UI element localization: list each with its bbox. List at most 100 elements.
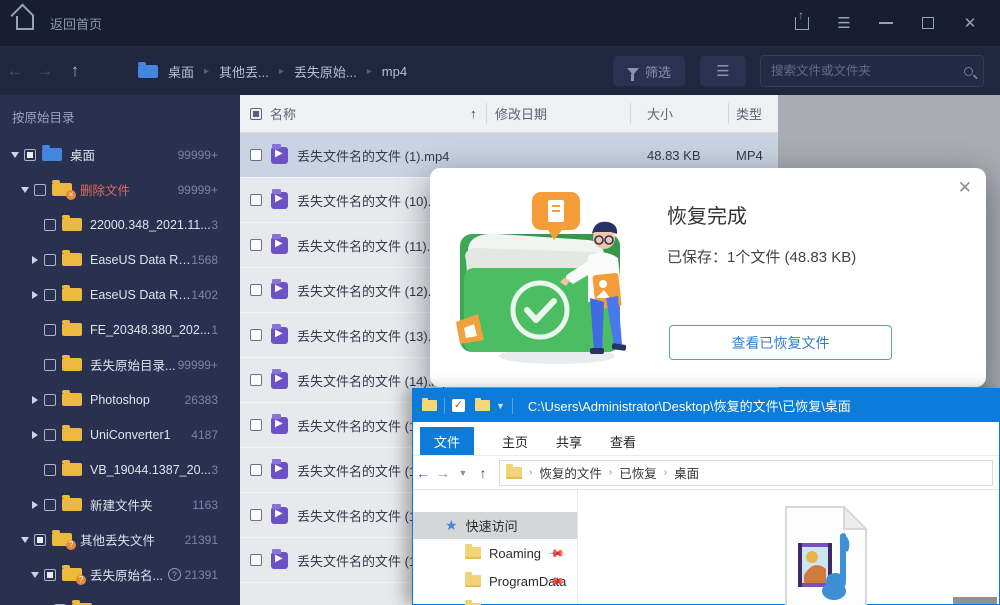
column-name[interactable]: 名称	[270, 104, 296, 123]
tree-item[interactable]: UniConverter1 4187	[0, 417, 240, 452]
dialog-close-icon[interactable]: ✕	[958, 178, 972, 198]
explorer-history-dropdown-icon[interactable]: ▼	[453, 468, 473, 478]
select-all-checkbox[interactable]	[250, 108, 262, 120]
chevron-down-icon[interactable]	[18, 537, 32, 543]
tree-item[interactable]: EaseUS Data Re... 1402	[0, 277, 240, 312]
export-icon[interactable]	[788, 10, 816, 36]
up-icon[interactable]: ↑	[60, 61, 90, 81]
breadcrumb-item[interactable]: 其他丢...	[219, 62, 269, 81]
row-checkbox[interactable]	[250, 149, 262, 161]
tree-item[interactable]: EaseUS Data Re... 1568	[0, 242, 240, 277]
tab-file[interactable]: 文件	[420, 427, 474, 455]
search-icon[interactable]	[964, 67, 973, 76]
back-icon[interactable]: ←	[0, 61, 30, 81]
tree-checkbox[interactable]	[44, 429, 56, 441]
chevron-right-icon[interactable]	[28, 396, 42, 404]
column-size[interactable]: 大小	[647, 104, 673, 123]
tree-checkbox[interactable]	[34, 534, 46, 546]
tab-share[interactable]: 共享	[542, 427, 596, 455]
explorer-up-icon[interactable]: ↑	[473, 465, 493, 481]
tree-count: 1402	[191, 288, 240, 302]
address-item[interactable]: 桌面	[674, 463, 699, 482]
new-folder-icon[interactable]	[475, 400, 490, 411]
quick-toolbar-dropdown-icon[interactable]: ▼	[496, 401, 505, 411]
tree-checkbox[interactable]	[44, 359, 56, 371]
explorer-content[interactable]	[578, 490, 999, 604]
tree-checkbox[interactable]	[24, 149, 36, 161]
back-home-label[interactable]: 返回首页	[50, 14, 102, 33]
tree-checkbox[interactable]	[44, 569, 56, 581]
row-checkbox[interactable]	[250, 374, 262, 386]
chevron-down-icon[interactable]	[28, 572, 42, 578]
tree-item-deleted[interactable]: × 删除文件 99999+	[0, 172, 240, 207]
tree-checkbox[interactable]	[34, 184, 46, 196]
row-checkbox[interactable]	[250, 554, 262, 566]
tree-checkbox[interactable]	[44, 394, 56, 406]
chevron-right-icon[interactable]	[28, 501, 42, 509]
tree-checkbox[interactable]	[44, 464, 56, 476]
chevron-down-icon[interactable]	[18, 187, 32, 193]
row-checkbox[interactable]	[250, 239, 262, 251]
address-item[interactable]: 已恢复	[619, 463, 657, 482]
tree-item[interactable]: 丢失原始目录... 99999+	[0, 347, 240, 382]
forward-icon[interactable]: →	[30, 61, 60, 81]
breadcrumb-item[interactable]: 丢失原始...	[294, 62, 357, 81]
tree-checkbox[interactable]	[44, 324, 56, 336]
tree-item[interactable]: Photoshop 26383	[0, 382, 240, 417]
sort-ascending-icon[interactable]: ↑	[470, 106, 477, 121]
quick-access-item[interactable]: ★ 快速访问	[413, 512, 577, 539]
menu-icon[interactable]: ☰	[830, 10, 858, 36]
tree-item-other-lost[interactable]: ? 其他丢失文件 21391	[0, 522, 240, 557]
tab-view[interactable]: 查看	[596, 427, 650, 455]
row-checkbox[interactable]	[250, 509, 262, 521]
explorer-forward-icon[interactable]: →	[433, 465, 453, 481]
column-divider[interactable]	[486, 103, 487, 124]
chevron-down-icon[interactable]	[8, 152, 22, 158]
tree-item[interactable]: 2.1...	[0, 592, 240, 605]
tree-item[interactable]: 新建文件夹 1163	[0, 487, 240, 522]
chevron-right-icon[interactable]	[28, 291, 42, 299]
tab-home[interactable]: 主页	[488, 427, 542, 455]
column-date[interactable]: 修改日期	[495, 104, 547, 123]
chevron-right-icon[interactable]	[28, 431, 42, 439]
close-button[interactable]: ✕	[956, 10, 984, 36]
tree-checkbox[interactable]	[44, 219, 56, 231]
tree-item-lost-names[interactable]: ? 丢失原始名... ? 21391	[0, 557, 240, 592]
column-divider[interactable]	[630, 103, 631, 124]
row-checkbox[interactable]	[250, 194, 262, 206]
column-divider[interactable]	[728, 103, 729, 124]
tree-count: 21391	[185, 533, 240, 547]
view-options-button[interactable]: ☰	[700, 56, 746, 86]
explorer-titlebar[interactable]: ✓ ▼ C:\Users\Administrator\Desktop\恢复的文件…	[413, 389, 999, 422]
tree-item[interactable]: 22000.348_2021.11... 3	[0, 207, 240, 242]
chevron-right-icon[interactable]	[28, 256, 42, 264]
tree-checkbox[interactable]	[44, 254, 56, 266]
view-recovered-files-button[interactable]: 查看已恢复文件	[669, 325, 892, 360]
help-icon[interactable]: ?	[168, 568, 181, 581]
sidebar-item-partial[interactable]	[413, 595, 577, 605]
address-box[interactable]: › 恢复的文件 › 已恢复 › 桌面	[499, 460, 993, 486]
breadcrumb-item[interactable]: mp4	[382, 64, 407, 79]
tree-checkbox[interactable]	[44, 499, 56, 511]
minimize-button[interactable]	[872, 10, 900, 36]
row-checkbox[interactable]	[250, 329, 262, 341]
column-type[interactable]: 类型	[736, 104, 762, 123]
home-icon[interactable]	[16, 16, 34, 30]
recovered-media-file-icon[interactable]	[768, 505, 878, 605]
sidebar-item-programdata[interactable]: ProgramData 📌	[413, 567, 577, 595]
properties-icon[interactable]: ✓	[452, 399, 465, 412]
breadcrumb-item[interactable]: 桌面	[168, 62, 194, 81]
address-item[interactable]: 恢复的文件	[539, 463, 602, 482]
row-checkbox[interactable]	[250, 464, 262, 476]
tree-checkbox[interactable]	[44, 289, 56, 301]
maximize-button[interactable]	[914, 10, 942, 36]
filter-button[interactable]: 筛选	[613, 56, 685, 86]
explorer-back-icon[interactable]: ←	[413, 465, 433, 481]
row-checkbox[interactable]	[250, 419, 262, 431]
tree-item-desktop[interactable]: 桌面 99999+	[0, 137, 240, 172]
tree-item[interactable]: FE_20348.380_202... 1	[0, 312, 240, 347]
search-input[interactable]	[771, 64, 964, 78]
tree-item[interactable]: VB_19044.1387_20... 3	[0, 452, 240, 487]
row-checkbox[interactable]	[250, 284, 262, 296]
sidebar-item-roaming[interactable]: Roaming 📌	[413, 539, 577, 567]
